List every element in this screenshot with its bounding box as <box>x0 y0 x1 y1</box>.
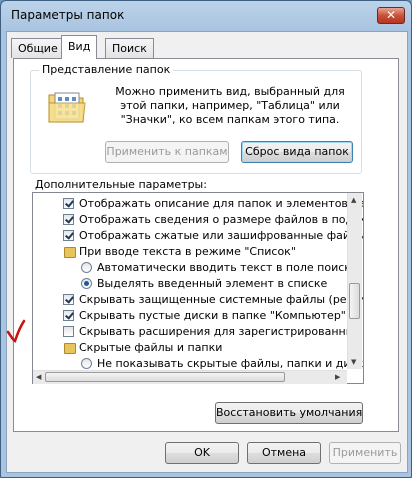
tree-horizontal-scrollbar[interactable]: ◀ ▶ <box>33 370 347 384</box>
radio-button[interactable] <box>81 278 92 289</box>
horizontal-scroll-thumb[interactable] <box>45 372 285 382</box>
tab-search[interactable]: Поиск <box>105 38 154 58</box>
scroll-right-icon[interactable]: ▶ <box>335 372 340 382</box>
checkbox[interactable] <box>63 294 74 305</box>
checkbox[interactable] <box>63 198 74 209</box>
advanced-settings-tree[interactable]: Отображать описание для папок и элементо… <box>32 192 364 384</box>
folder-view-description: Можно применить вид, выбранный для этой … <box>115 85 345 126</box>
tree-vertical-scrollbar[interactable]: ▲ ▼ <box>347 193 362 369</box>
tab-general-label: Общие <box>18 42 58 55</box>
folder-icon <box>64 247 76 258</box>
tab-view-label: Вид <box>68 40 91 53</box>
ok-button[interactable]: OK <box>165 442 239 464</box>
tree-item-label: Отображать описание для папок и элементо… <box>79 197 364 210</box>
folder-view-group: Представление папок Можно применить вид,… <box>30 63 362 174</box>
tree-item-label: Скрывать пустые диски в папке "Компьютер… <box>79 309 346 322</box>
restore-defaults-button[interactable]: Восстановить умолчания <box>215 402 363 424</box>
apply-to-folders-button[interactable]: Применить к папкам <box>105 141 229 163</box>
radio-button[interactable] <box>81 262 92 273</box>
tree-item-label: Выделять введенный элемент в списке <box>97 277 328 290</box>
tree-item-label: Автоматически вводить текст в поле поиск… <box>97 261 358 274</box>
tree-group-label: При вводе текста в режиме "Список" <box>79 245 296 258</box>
scroll-up-icon[interactable]: ▲ <box>351 195 356 205</box>
tree-group-label: Скрытые файлы и папки <box>79 341 223 354</box>
tab-view[interactable]: Вид <box>61 35 98 59</box>
checkbox[interactable] <box>63 214 74 225</box>
apply-button[interactable]: Применить <box>329 442 401 464</box>
folder-options-window: Параметры папок ✕ Общие Вид Поиск Предст… <box>0 0 412 478</box>
tree-item-label: Скрывать расширения для зарегистрированн… <box>79 325 364 338</box>
dialog-body: Общие Вид Поиск Представление папок Можн… <box>6 31 408 473</box>
checkbox[interactable] <box>63 230 74 241</box>
tree-item-label: Отображать сжатые или зашифрованные файл… <box>79 229 364 242</box>
checkbox[interactable] <box>63 310 74 321</box>
tab-general[interactable]: Общие <box>11 38 65 58</box>
tree-item-label: Отображать сведения о размере файлов в п… <box>79 213 364 226</box>
tree-item-label: Скрывать защищенные системные файлы (рек… <box>79 293 364 306</box>
vertical-scroll-thumb[interactable] <box>349 283 360 319</box>
window-title: Параметры папок <box>11 8 125 22</box>
scroll-left-icon[interactable]: ◀ <box>36 372 41 382</box>
tab-search-label: Поиск <box>112 42 147 55</box>
scroll-down-icon[interactable]: ▼ <box>351 357 356 367</box>
radio-button[interactable] <box>81 358 92 369</box>
close-icon: ✕ <box>385 8 397 22</box>
folder-view-icon <box>48 92 86 123</box>
folder-icon <box>64 343 76 354</box>
reset-folders-button[interactable]: Сброс вида папок <box>241 141 353 163</box>
checkbox[interactable] <box>63 326 74 337</box>
folder-view-legend: Представление папок <box>39 63 174 76</box>
red-check-annotation <box>6 319 26 343</box>
cancel-button[interactable]: Отмена <box>247 442 321 464</box>
advanced-settings-label: Дополнительные параметры: <box>35 178 207 191</box>
close-button[interactable]: ✕ <box>377 7 405 24</box>
